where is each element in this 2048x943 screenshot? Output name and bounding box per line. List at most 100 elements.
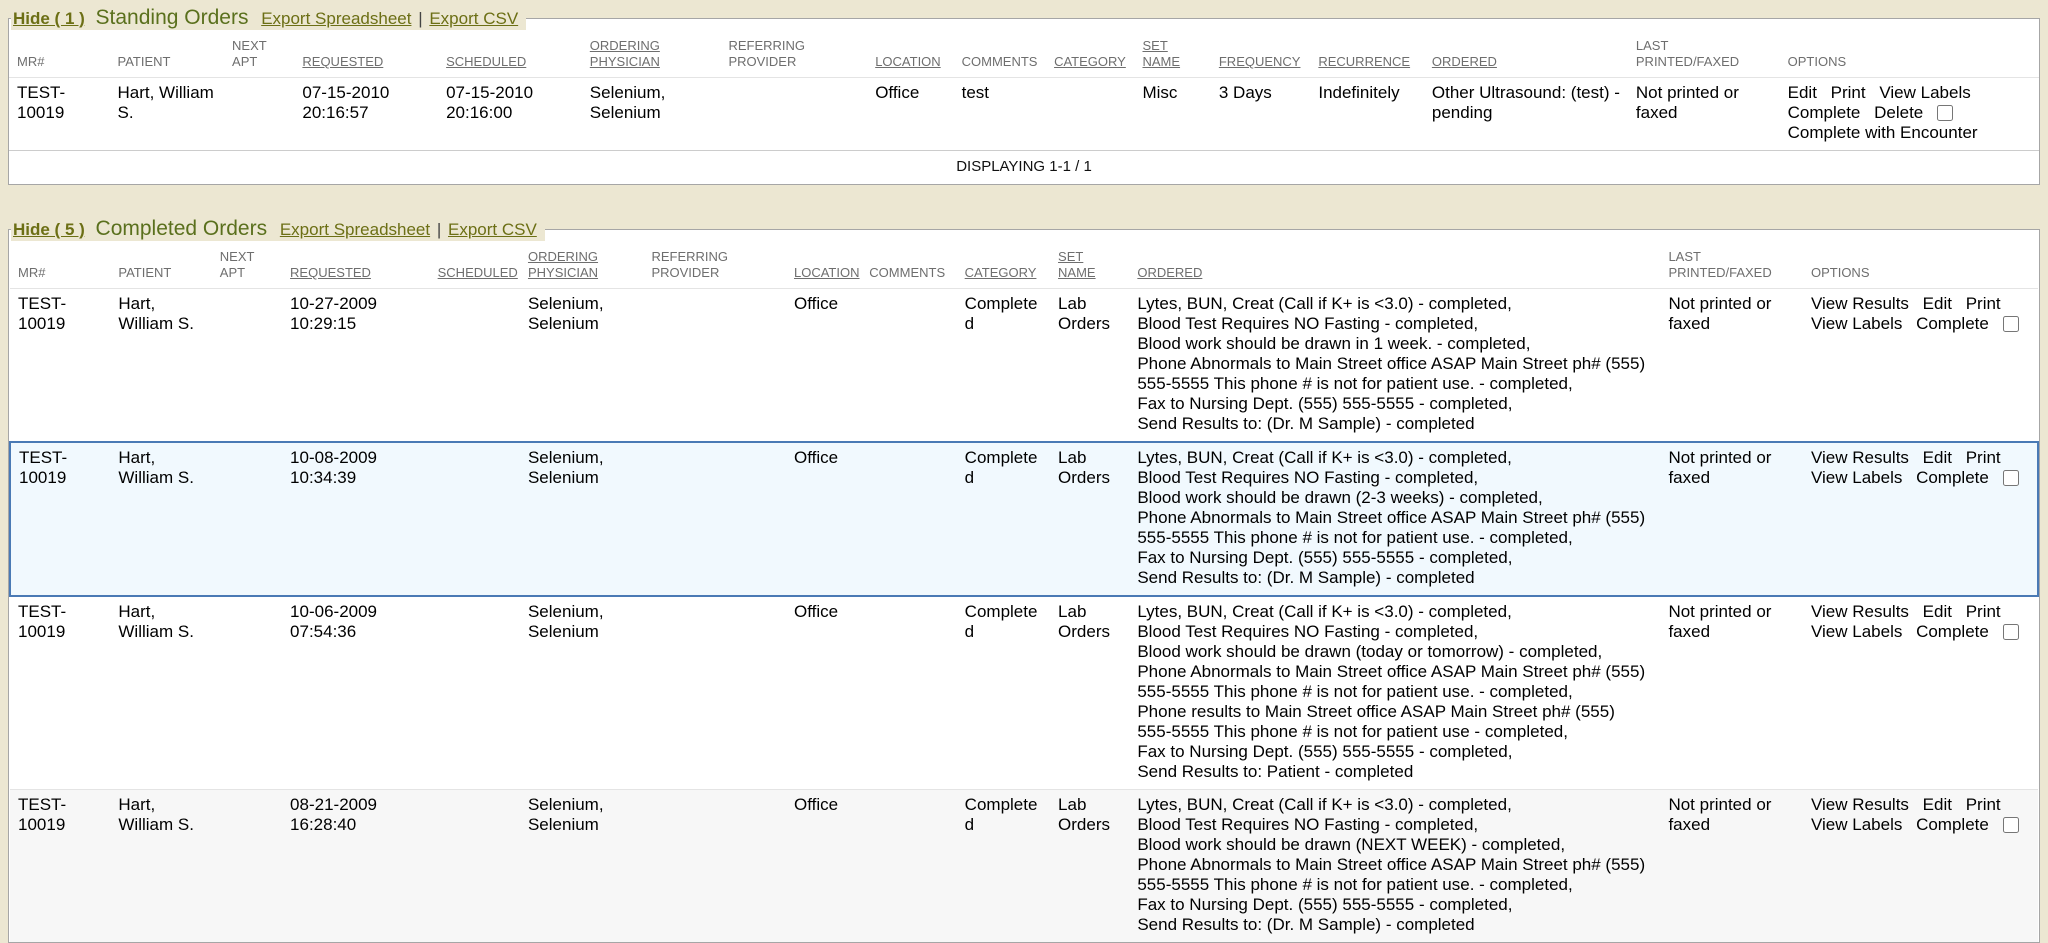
sort-link-recurrence[interactable]: RECURRENCE bbox=[1318, 54, 1410, 69]
cell: Hart, William S. bbox=[110, 596, 211, 790]
option-edit-link[interactable]: Edit bbox=[1923, 294, 1952, 313]
sort-link-requested[interactable]: REQUESTED bbox=[290, 265, 371, 280]
cell: 10-27-2009 10:29:15 bbox=[282, 289, 430, 443]
sort-link-set-name[interactable]: SET NAME bbox=[1058, 249, 1096, 280]
sort-link-location[interactable]: LOCATION bbox=[794, 265, 860, 280]
options-cell: Edit Print View Labels Complete Delete C… bbox=[1780, 78, 2039, 151]
cell: TEST-10019 bbox=[9, 78, 109, 151]
option-print-link[interactable]: Print bbox=[1966, 448, 2001, 467]
option-complete-link[interactable]: Complete bbox=[1916, 314, 1989, 333]
column-header-ordering-physician: ORDERING PHYSICIAN bbox=[520, 243, 643, 289]
cell: Selenium, Selenium bbox=[520, 289, 643, 443]
order-row: TEST-10019Hart, William S.08-21-2009 16:… bbox=[10, 790, 2038, 943]
standing-orders-legend: Hide ( 1 ) Standing Orders Export Spread… bbox=[11, 6, 526, 30]
complete-checkbox[interactable] bbox=[2003, 624, 2019, 640]
sort-link-ordered[interactable]: ORDERED bbox=[1137, 265, 1202, 280]
column-header-options: OPTIONS bbox=[1803, 243, 2038, 289]
option-edit-link[interactable]: Edit bbox=[1923, 795, 1952, 814]
standing-hide-toggle-link[interactable]: Hide ( 1 ) bbox=[13, 9, 85, 28]
option-view-labels-link[interactable]: View Labels bbox=[1811, 468, 1902, 487]
sort-link-ordered[interactable]: ORDERED bbox=[1432, 54, 1497, 69]
sort-link-scheduled[interactable]: SCHEDULED bbox=[438, 265, 518, 280]
completed-export-spreadsheet-link[interactable]: Export Spreadsheet bbox=[280, 220, 430, 239]
ordered-item: Blood work should be drawn in 1 week. - … bbox=[1137, 334, 1652, 354]
column-header-comments: COMMENTS bbox=[954, 32, 1046, 78]
option-view-labels-link[interactable]: View Labels bbox=[1811, 314, 1902, 333]
option-print-link[interactable]: Print bbox=[1831, 83, 1866, 102]
complete-checkbox[interactable] bbox=[2003, 817, 2019, 833]
cell: Hart, William S. bbox=[109, 78, 224, 151]
sort-link-location[interactable]: LOCATION bbox=[875, 54, 941, 69]
option-complete-link[interactable]: Complete bbox=[1916, 815, 1989, 834]
cell: Not printed or faxed bbox=[1628, 78, 1780, 151]
ordered-item: Blood work should be drawn (2-3 weeks) -… bbox=[1137, 488, 1652, 508]
ordered-item: Phone Abnormals to Main Street office AS… bbox=[1137, 855, 1652, 895]
completed-hide-toggle-link[interactable]: Hide ( 5 ) bbox=[13, 220, 85, 239]
sort-link-requested[interactable]: REQUESTED bbox=[302, 54, 383, 69]
option-delete-link[interactable]: Delete bbox=[1874, 103, 1923, 122]
order-row: TEST-10019Hart, William S.10-27-2009 10:… bbox=[10, 289, 2038, 443]
sort-link-ordering-physician[interactable]: ORDERING PHYSICIAN bbox=[590, 38, 660, 69]
ordered-item: Send Results to: (Dr. M Sample) - comple… bbox=[1137, 414, 1652, 434]
ordered-cell: Lytes, BUN, Creat (Call if K+ is <3.0) -… bbox=[1129, 442, 1660, 596]
option-complete-with-encounter-link[interactable]: Complete with Encounter bbox=[1788, 123, 1978, 142]
option-print-link[interactable]: Print bbox=[1966, 294, 2001, 313]
option-edit-link[interactable]: Edit bbox=[1923, 448, 1952, 467]
cell: Hart, William S. bbox=[110, 790, 211, 943]
complete-checkbox[interactable] bbox=[2003, 470, 2019, 486]
sort-link-category[interactable]: CATEGORY bbox=[1054, 54, 1126, 69]
option-complete-link[interactable]: Complete bbox=[1916, 622, 1989, 641]
sort-link-scheduled[interactable]: SCHEDULED bbox=[446, 54, 526, 69]
option-view-results-link[interactable]: View Results bbox=[1811, 294, 1909, 313]
cell bbox=[643, 289, 786, 443]
cell bbox=[224, 78, 294, 151]
option-edit-link[interactable]: Edit bbox=[1923, 602, 1952, 621]
cell: Lab Orders bbox=[1050, 790, 1129, 943]
column-header-scheduled: SCHEDULED bbox=[438, 32, 582, 78]
complete-checkbox[interactable] bbox=[1937, 105, 1953, 121]
column-header-next-apt: NEXT APT bbox=[212, 243, 282, 289]
options-cell: View Results Edit Print View Labels Comp… bbox=[1803, 596, 2038, 790]
standing-export-csv-link[interactable]: Export CSV bbox=[429, 9, 518, 28]
completed-orders-table: MR#PATIENTNEXT APTREQUESTEDSCHEDULEDORDE… bbox=[9, 243, 2039, 942]
cell: Not printed or faxed bbox=[1660, 596, 1803, 790]
option-view-labels-link[interactable]: View Labels bbox=[1811, 622, 1902, 641]
cell: Office bbox=[867, 78, 953, 151]
standing-export-spreadsheet-link[interactable]: Export Spreadsheet bbox=[261, 9, 411, 28]
option-complete-link[interactable]: Complete bbox=[1788, 103, 1861, 122]
header-row: MR#PATIENTNEXT APTREQUESTEDSCHEDULEDORDE… bbox=[10, 243, 2038, 289]
order-row: TEST-10019Hart, William S. 10-08-2009 10:… bbox=[10, 442, 2038, 596]
complete-checkbox[interactable] bbox=[2003, 316, 2019, 332]
option-view-results-link[interactable]: View Results bbox=[1811, 448, 1909, 467]
cell: TEST-10019 bbox=[10, 289, 110, 443]
ordered-item: Blood Test Requires NO Fasting - complet… bbox=[1137, 622, 1652, 642]
column-header-next-apt: NEXT APT bbox=[224, 32, 294, 78]
option-print-link[interactable]: Print bbox=[1966, 602, 2001, 621]
cell bbox=[861, 442, 956, 596]
column-header-category: CATEGORY bbox=[1046, 32, 1134, 78]
option-view-labels-link[interactable]: View Labels bbox=[1879, 83, 1970, 102]
option-complete-link[interactable]: Complete bbox=[1916, 468, 1989, 487]
cell: 10-08-2009 10:34:39 bbox=[282, 442, 430, 596]
ordered-item: Blood work should be drawn (today or tom… bbox=[1137, 642, 1652, 662]
column-header-ordered: ORDERED bbox=[1129, 243, 1660, 289]
sort-link-set-name[interactable]: SET NAME bbox=[1142, 38, 1180, 69]
sort-link-frequency[interactable]: FREQUENCY bbox=[1219, 54, 1301, 69]
option-view-labels-link[interactable]: View Labels bbox=[1811, 815, 1902, 834]
cell: Completed bbox=[957, 596, 1050, 790]
cell: Other Ultrasound: (test) - pending bbox=[1424, 78, 1628, 151]
option-view-results-link[interactable]: View Results bbox=[1811, 602, 1909, 621]
ordered-item: Fax to Nursing Dept. (555) 555-5555 - co… bbox=[1137, 895, 1652, 915]
sort-link-category[interactable]: CATEGORY bbox=[965, 265, 1037, 280]
column-header-mr: MR# bbox=[9, 32, 109, 78]
ordered-item: Blood Test Requires NO Fasting - complet… bbox=[1137, 314, 1652, 334]
option-view-results-link[interactable]: View Results bbox=[1811, 795, 1909, 814]
cell: Hart, William S. bbox=[110, 442, 211, 596]
ordered-item: Blood Test Requires NO Fasting - complet… bbox=[1137, 815, 1652, 835]
option-print-link[interactable]: Print bbox=[1966, 795, 2001, 814]
option-edit-link[interactable]: Edit bbox=[1788, 83, 1817, 102]
cell: TEST-10019 bbox=[10, 442, 110, 596]
completed-export-csv-link[interactable]: Export CSV bbox=[448, 220, 537, 239]
sort-link-ordering-physician[interactable]: ORDERING PHYSICIAN bbox=[528, 249, 598, 280]
cell: 07-15-2010 20:16:00 bbox=[438, 78, 582, 151]
